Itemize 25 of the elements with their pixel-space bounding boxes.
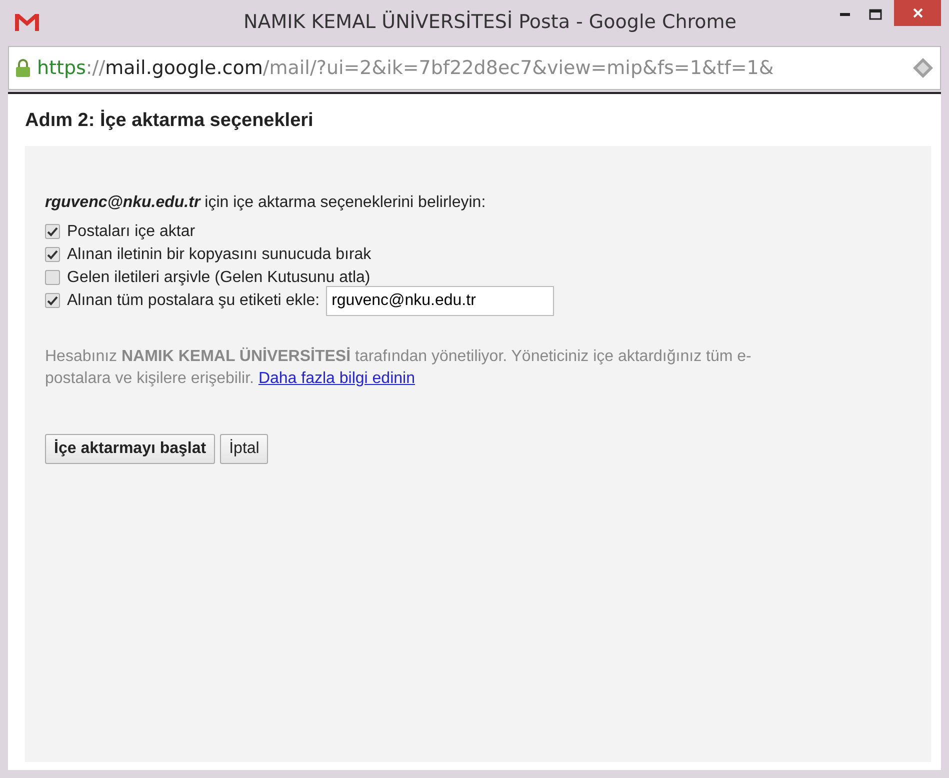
close-icon xyxy=(912,7,924,19)
checkbox-label: Alınan iletinin bir kopyasını sunucuda bırak xyxy=(67,246,372,264)
checkbox-label: Alınan tüm postalara şu etiketi ekle: xyxy=(67,292,320,310)
lock-icon xyxy=(15,58,31,78)
cancel-button[interactable]: İptal xyxy=(220,434,268,464)
start-import-button[interactable]: İçe aktarmayı başlat xyxy=(45,434,216,464)
page-heading: Adım 2: İçe aktarma seçenekleri xyxy=(25,110,314,132)
mail-icon xyxy=(14,12,40,32)
close-button[interactable] xyxy=(894,0,941,26)
learn-more-link[interactable]: Daha fazla bilgi edinin xyxy=(258,370,415,387)
label-input-field[interactable]: rguvenc@nku.edu.tr xyxy=(326,286,554,316)
intro-text: rguvenc@nku.edu.tr için içe aktarma seçeneklerini belirleyin: xyxy=(45,194,487,212)
url-text: https://mail.google.com/mail/?ui=2&ik=7bf22d8ec7&view=mip&fs=1&tf=1& xyxy=(37,57,775,79)
diamond-icon[interactable] xyxy=(912,57,934,79)
checkbox[interactable] xyxy=(45,224,60,239)
address-bar[interactable]: https://mail.google.com/mail/?ui=2&ik=7bf22d8ec7&view=mip&fs=1&tf=1& xyxy=(8,46,941,90)
minimize-icon xyxy=(840,12,850,16)
checkbox[interactable] xyxy=(45,293,60,308)
checkbox[interactable] xyxy=(45,247,60,262)
checkbox[interactable] xyxy=(45,270,60,285)
checkbox-label: Gelen iletileri arşivle (Gelen Kutusunu atla) xyxy=(67,268,370,286)
maximize-icon xyxy=(868,8,882,20)
notice-text: Hesabınız NAMIK KEMAL ÜNİVERSİTESİ tarafından yönetiliyor. Yöneticiniz içe aktardığınız tüm e-postalara ve kişilere erişebilir. Daha fazla bilgi edinin xyxy=(45,346,752,389)
checkbox-label: Postaları içe aktar xyxy=(67,222,196,240)
window-title: NAMIK KEMAL ÜNİVERSİTESİ Posta - Google Chrome xyxy=(242,11,738,33)
